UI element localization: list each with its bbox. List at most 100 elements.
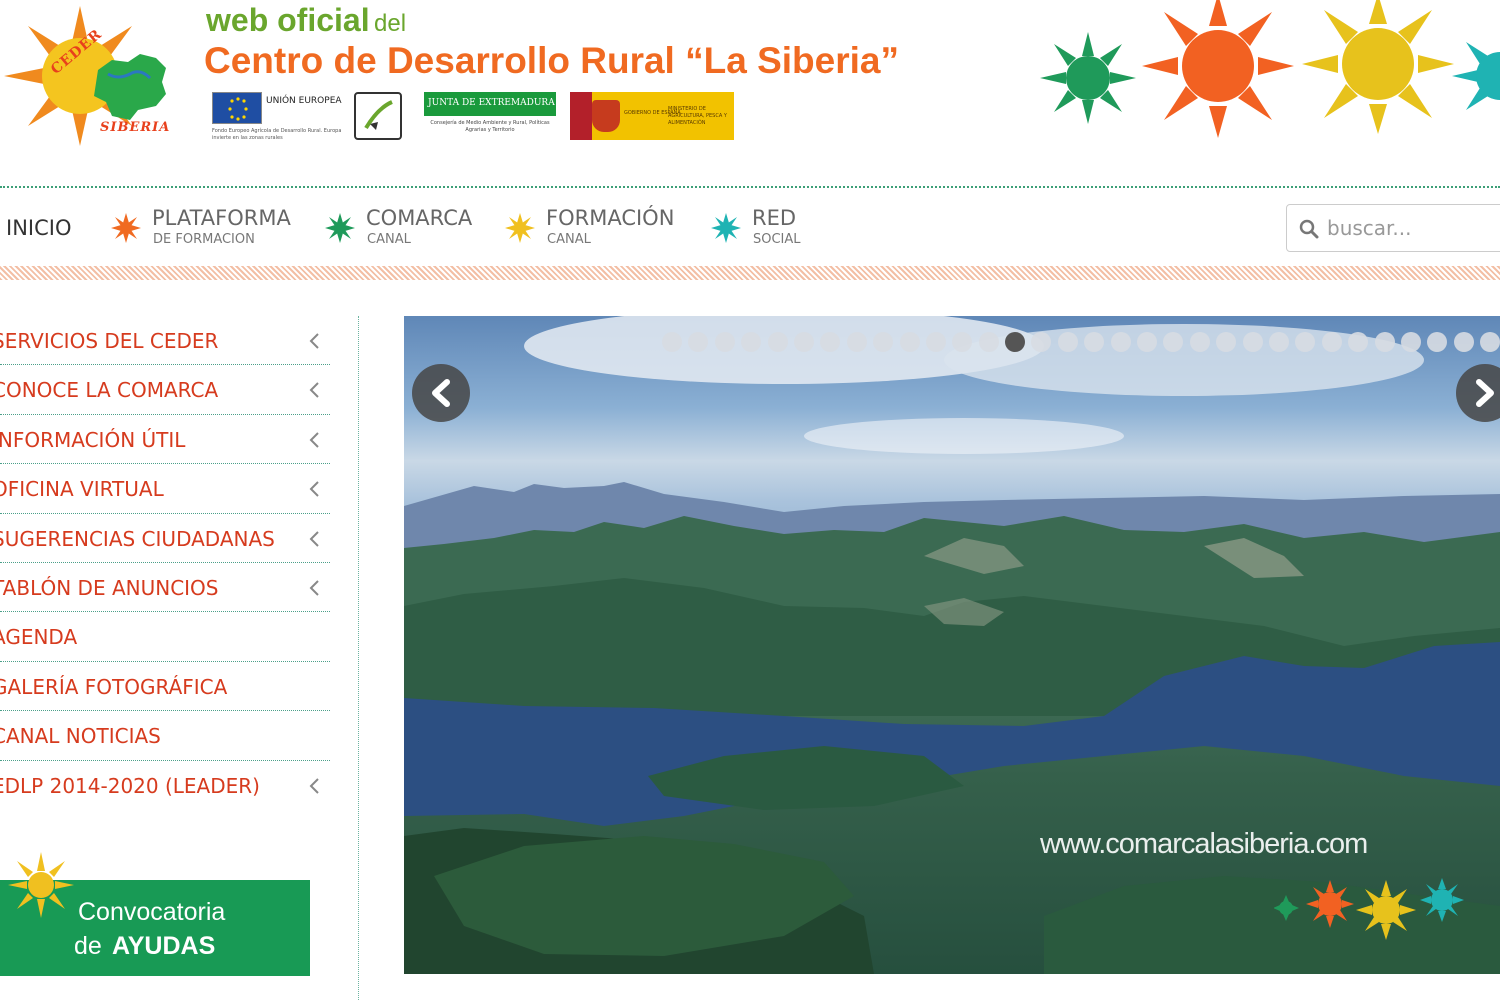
chevron-left-icon bbox=[309, 777, 319, 794]
sidebar-item-label: GALERÍA FOTOGRÁFICA bbox=[0, 674, 228, 699]
site-title-prefix: web oficial del bbox=[206, 2, 406, 39]
teal-sun-icon bbox=[1452, 42, 1500, 110]
slider-dot[interactable] bbox=[1216, 332, 1237, 352]
sidebar-item[interactable]: AGENDA bbox=[0, 612, 330, 662]
slider-dot[interactable] bbox=[952, 332, 973, 352]
sidebar-item[interactable]: SUGERENCIAS CIUDADANAS bbox=[0, 514, 330, 563]
header-suns-decoration bbox=[1040, 0, 1500, 138]
sidebar-item[interactable]: GALERÍA FOTOGRÁFICA bbox=[0, 662, 330, 712]
orange-star-icon bbox=[111, 213, 141, 243]
sidebar-item[interactable]: INFORMACIÓN ÚTIL bbox=[0, 415, 330, 465]
slider-dot[interactable] bbox=[899, 332, 920, 352]
nav-label-formacion: FORMACIÓN bbox=[546, 206, 675, 230]
teal-star-icon bbox=[711, 213, 741, 243]
slider-dot[interactable] bbox=[662, 332, 682, 352]
slider-dot[interactable] bbox=[1057, 332, 1078, 352]
banner-line-ayudas: AYUDAS bbox=[112, 932, 216, 960]
sidebar-item[interactable]: OFICINA VIRTUAL bbox=[0, 464, 330, 514]
search-icon bbox=[1299, 219, 1319, 239]
sponsor-leader-logo bbox=[354, 92, 404, 144]
slider-dot[interactable] bbox=[1031, 332, 1052, 352]
slide-suns-decoration bbox=[1274, 878, 1464, 940]
image-slider[interactable]: www.comarcalasiberia.com bbox=[404, 316, 1500, 974]
nav-border-top bbox=[0, 186, 1500, 188]
chevron-left-icon bbox=[309, 432, 319, 448]
nav-item-inicio[interactable]: INICIO bbox=[0, 190, 90, 264]
sponsor-junta-logo: JUNTA DE EXTREMADURA Consejería de Medio… bbox=[424, 92, 556, 144]
slider-dot[interactable] bbox=[688, 332, 709, 352]
slider-dot[interactable] bbox=[1137, 332, 1158, 352]
slider-dot[interactable] bbox=[1400, 332, 1421, 352]
slider-dot[interactable] bbox=[1295, 332, 1316, 352]
slider-dot[interactable] bbox=[1374, 332, 1395, 352]
slider-dot[interactable] bbox=[820, 332, 841, 352]
sidebar-item[interactable]: SERVICIOS DEL CEDER bbox=[0, 316, 330, 366]
nav-label-inicio: INICIO bbox=[6, 216, 72, 240]
sidebar-item-label: CONOCE LA COMARCA bbox=[0, 378, 219, 403]
title-prefix-bold: web oficial bbox=[206, 2, 370, 38]
sidebar-item-label: AGENDA bbox=[0, 625, 78, 650]
eu-flag-icon bbox=[212, 92, 262, 124]
chevron-left-icon bbox=[309, 580, 319, 596]
sidebar-item[interactable]: TABLÓN DE ANUNCIOS bbox=[0, 563, 330, 613]
slider-dot[interactable] bbox=[1348, 332, 1369, 352]
nav-item-formacion[interactable]: FORMACIÓN CANAL bbox=[504, 190, 694, 264]
sidebar-item-label: TABLÓN DE ANUNCIOS bbox=[0, 575, 219, 600]
logo-text-siberia: SIBERIA bbox=[100, 120, 171, 135]
slider-dot[interactable] bbox=[1453, 332, 1474, 352]
nav-label-red: RED bbox=[752, 206, 797, 230]
sidebar-item[interactable]: EDLP 2014-2020 (LEADER) bbox=[0, 761, 330, 810]
junta-sublabel: Consejería de Medio Ambiente y Rural, Po… bbox=[430, 120, 550, 133]
nav-sub-formacion: CANAL bbox=[547, 232, 591, 247]
sidebar-item-label: SUGERENCIAS CIUDADANAS bbox=[0, 526, 275, 551]
site-title: Centro de Desarrollo Rural “La Siberia” bbox=[204, 40, 899, 81]
nav-item-plataforma[interactable]: PLATAFORMA DE FORMACION bbox=[110, 190, 310, 264]
slider-dot[interactable] bbox=[1321, 332, 1342, 352]
slider-dot[interactable] bbox=[1268, 332, 1289, 352]
chevron-left-icon bbox=[309, 481, 319, 497]
slider-dot[interactable] bbox=[925, 332, 946, 352]
search-input[interactable] bbox=[1327, 211, 1500, 245]
nav-item-red[interactable]: RED SOCIAL bbox=[710, 190, 830, 264]
slider-dot[interactable] bbox=[873, 332, 894, 352]
nav-sub-plataforma: DE FORMACION bbox=[153, 232, 255, 247]
chevron-left-icon bbox=[309, 333, 319, 349]
slider-dot[interactable] bbox=[1242, 332, 1263, 352]
spain-flag-icon bbox=[570, 92, 592, 140]
gob-sublabel: MINISTERIO DE AGRICULTURA, PESCA Y ALIME… bbox=[668, 106, 727, 126]
banner-line-de: de bbox=[74, 932, 102, 960]
nav-border-bottom bbox=[0, 266, 1500, 280]
nav-sub-comarca: CANAL bbox=[367, 232, 411, 247]
slider-dot[interactable] bbox=[1005, 332, 1026, 352]
convocatoria-ayudas-banner[interactable]: Convocatoria de AYUDAS bbox=[0, 852, 310, 976]
nav-sub-red: SOCIAL bbox=[753, 232, 801, 247]
sidebar-item[interactable]: CANAL NOTICIAS bbox=[0, 711, 330, 761]
slider-dot[interactable] bbox=[767, 332, 788, 352]
nav-item-comarca[interactable]: COMARCA CANAL bbox=[324, 190, 494, 264]
chevron-left-icon bbox=[309, 530, 319, 547]
slider-dot[interactable] bbox=[1427, 332, 1448, 352]
sidebar-item-label: CANAL NOTICIAS bbox=[0, 724, 161, 749]
slider-prev-button[interactable] bbox=[412, 364, 470, 422]
slider-dot[interactable] bbox=[978, 332, 999, 352]
sponsor-eu-logo: UNIÓN EUROPEA Fondo Europeo Agrícola de … bbox=[212, 92, 342, 144]
site-header: CEDER SIBERIA web oficial del Centro de … bbox=[0, 0, 1500, 186]
slider-dot[interactable] bbox=[714, 332, 735, 352]
slider-dot[interactable] bbox=[1110, 332, 1131, 352]
slider-dot[interactable] bbox=[793, 332, 814, 352]
spain-crest-icon bbox=[592, 100, 620, 132]
slider-dot[interactable] bbox=[741, 332, 762, 352]
sidebar-item[interactable]: CONOCE LA COMARCA bbox=[0, 365, 330, 415]
slider-dot[interactable] bbox=[1189, 332, 1210, 352]
slider-dot[interactable] bbox=[1480, 332, 1500, 352]
ceder-logo[interactable]: CEDER SIBERIA bbox=[0, 4, 175, 146]
chevron-right-icon bbox=[1476, 379, 1494, 407]
slider-dot[interactable] bbox=[846, 332, 867, 352]
slide-watermark: www.comarcalasiberia.com bbox=[1040, 828, 1368, 860]
yellow-sun-icon bbox=[8, 852, 74, 918]
slider-dot[interactable] bbox=[1163, 332, 1184, 352]
slider-dot[interactable] bbox=[1084, 332, 1105, 352]
search-box[interactable] bbox=[1286, 204, 1500, 252]
sponsor-gobierno-logo: GOBIERNO DE ESPAÑA MINISTERIO DE AGRICUL… bbox=[570, 92, 734, 140]
sidebar-divider bbox=[358, 316, 359, 1000]
